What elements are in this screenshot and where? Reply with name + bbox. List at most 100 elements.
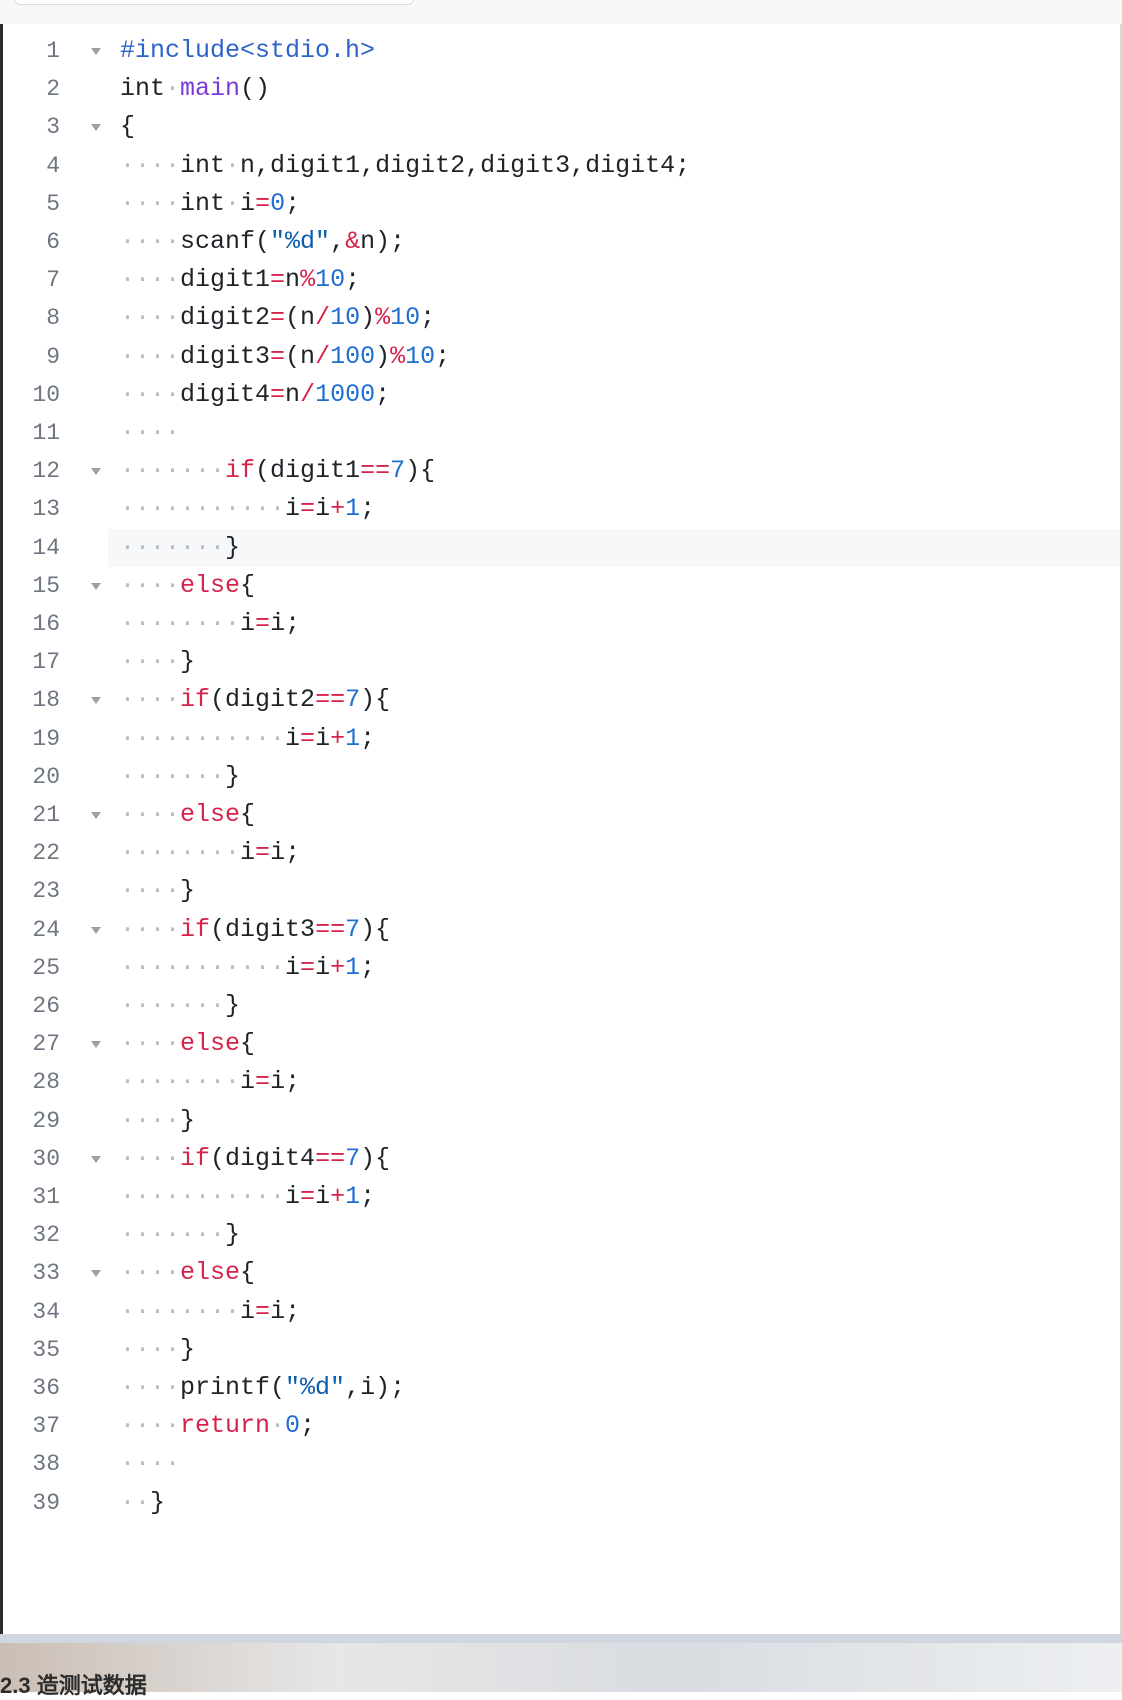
code-text: ···········i=i+1;	[120, 720, 375, 758]
code-line[interactable]: 28 ········i=i;	[3, 1063, 1120, 1101]
code-editor[interactable]: 1 #include<stdio.h> 2 int·main() 3{ 4 ····int·…	[3, 24, 1120, 1634]
code-token: +	[330, 1182, 346, 1211]
whitespace-marker: ····	[120, 1258, 181, 1288]
whitespace-marker: ·······	[120, 991, 226, 1020]
fold-arrow-icon[interactable]	[91, 48, 101, 56]
code-token: =	[270, 341, 286, 371]
code-line[interactable]: 33 ····else{	[3, 1254, 1120, 1292]
fold-arrow-icon[interactable]	[91, 468, 101, 476]
code-line[interactable]: 31 ···········i=i+1;	[3, 1178, 1120, 1216]
toolbar-tab[interactable]	[14, 0, 414, 5]
fold-arrow-icon[interactable]	[91, 124, 101, 132]
whitespace-marker: ····	[120, 227, 181, 256]
code-line[interactable]: 4 ····int·n,digit1,digit2,digit3,digit4;	[3, 147, 1120, 185]
code-text: ·······if(digit1==7){	[120, 452, 435, 490]
code-token: ==	[360, 456, 391, 486]
line-number: 26	[32, 993, 60, 1019]
code-token: ){	[405, 456, 436, 486]
code-token: }	[180, 1105, 196, 1135]
code-line[interactable]: 22 ········i=i;	[3, 834, 1120, 872]
line-number: 16	[32, 611, 60, 637]
code-line[interactable]: 37 ····return·0;	[3, 1407, 1120, 1445]
code-line[interactable]: 32 ·······}	[3, 1216, 1120, 1254]
code-token: 1	[345, 952, 361, 982]
code-line[interactable]: 36 ····printf("%d",i);	[3, 1369, 1120, 1407]
code-token: digit1	[180, 265, 271, 295]
code-token: if	[180, 685, 211, 715]
code-token: ;	[360, 1182, 376, 1211]
code-token: scanf(	[180, 227, 271, 256]
code-token: i;	[270, 609, 301, 638]
whitespace-marker: ·	[165, 74, 181, 104]
line-number: 29	[32, 1107, 60, 1134]
code-token: ==	[315, 685, 346, 715]
code-line[interactable]: 29 ····}	[3, 1102, 1120, 1140]
fold-arrow-icon[interactable]	[91, 1155, 101, 1163]
code-line[interactable]: 9 ····digit3=(n/100)%10;	[3, 338, 1120, 376]
code-token: {	[240, 570, 256, 600]
code-text: ····int·n,digit1,digit2,digit3,digit4;	[120, 147, 690, 185]
code-line[interactable]: 23 ····}	[3, 872, 1120, 910]
code-token: i;	[270, 838, 301, 868]
code-token: printf(	[180, 1373, 286, 1402]
code-token: i	[285, 1182, 301, 1211]
fold-arrow-icon[interactable]	[91, 1270, 101, 1278]
code-line[interactable]: 7 ····digit1=n%10;	[3, 261, 1120, 299]
code-text: {	[120, 108, 135, 146]
code-line[interactable]: 25 ···········i=i+1;	[3, 949, 1120, 987]
code-text: ········i=i;	[120, 1063, 300, 1101]
code-line[interactable]: 27 ····else{	[3, 1025, 1120, 1063]
code-line[interactable]: 20 ·······}	[3, 758, 1120, 796]
whitespace-marker: ········	[120, 1296, 241, 1326]
code-line[interactable]: 39 ··}	[3, 1484, 1120, 1522]
code-token: =	[300, 1182, 316, 1211]
code-line[interactable]: 13 ···········i=i+1;	[3, 490, 1120, 528]
fold-arrow-icon[interactable]	[91, 812, 101, 820]
code-line[interactable]: 24 ····if(digit3==7){	[3, 911, 1120, 949]
code-line[interactable]: 10 ····digit4=n/1000;	[3, 376, 1120, 414]
whitespace-marker: ····	[120, 265, 181, 295]
code-line[interactable]: 6 ····scanf("%d",&n);	[3, 223, 1120, 261]
code-line[interactable]: 30 ····if(digit4==7){	[3, 1140, 1120, 1178]
code-line[interactable]: 34 ········i=i;	[3, 1293, 1120, 1331]
fold-arrow-icon[interactable]	[91, 1041, 101, 1049]
whitespace-marker: ····	[120, 1373, 181, 1402]
code-token: (digit1	[255, 456, 361, 486]
line-number: 37	[32, 1413, 60, 1440]
code-line[interactable]: 35 ····}	[3, 1331, 1120, 1369]
whitespace-marker: ····	[120, 1029, 181, 1059]
code-line[interactable]: 12 ·······if(digit1==7){	[3, 452, 1120, 490]
code-line[interactable]: 15 ····else{	[3, 567, 1120, 605]
code-line[interactable]: 11 ····	[3, 414, 1120, 452]
code-line[interactable]: 5 ····int·i=0;	[3, 185, 1120, 223]
code-line[interactable]: 26 ·······}	[3, 987, 1120, 1025]
code-line[interactable]: 18 ····if(digit2==7){	[3, 681, 1120, 719]
code-token: =	[255, 609, 271, 638]
line-number: 35	[32, 1336, 60, 1363]
code-line[interactable]: 16 ········i=i;	[3, 605, 1120, 643]
line-number: 22	[32, 840, 60, 867]
line-number: 8	[46, 305, 60, 332]
fold-arrow-icon[interactable]	[91, 697, 101, 705]
code-token: i	[285, 723, 301, 753]
whitespace-marker: ·	[225, 188, 241, 218]
code-line[interactable]: 19 ···········i=i+1;	[3, 720, 1120, 758]
whitespace-marker: ····	[120, 685, 181, 715]
code-line[interactable]: 17 ····}	[3, 643, 1120, 681]
line-number: 34	[32, 1298, 60, 1325]
code-line[interactable]: 1 #include<stdio.h>	[3, 32, 1120, 70]
code-line[interactable]: 3{	[3, 108, 1120, 146]
fold-arrow-icon[interactable]	[91, 582, 101, 590]
whitespace-marker: ········	[120, 1067, 241, 1097]
fold-arrow-icon[interactable]	[91, 926, 101, 934]
code-line[interactable]: 14 ·······}	[3, 528, 1120, 567]
code-line[interactable]: 8 ····digit2=(n/10)%10;	[3, 299, 1120, 337]
code-token: n	[285, 265, 301, 295]
code-text: ··}	[120, 1484, 165, 1522]
code-token: "%d"	[285, 1373, 346, 1402]
line-number: 4	[46, 152, 60, 179]
code-line[interactable]: 21 ····else{	[3, 796, 1120, 834]
code-token: }	[180, 647, 196, 677]
code-line[interactable]: 38 ····	[3, 1445, 1120, 1483]
code-line[interactable]: 2 int·main()	[3, 70, 1120, 108]
